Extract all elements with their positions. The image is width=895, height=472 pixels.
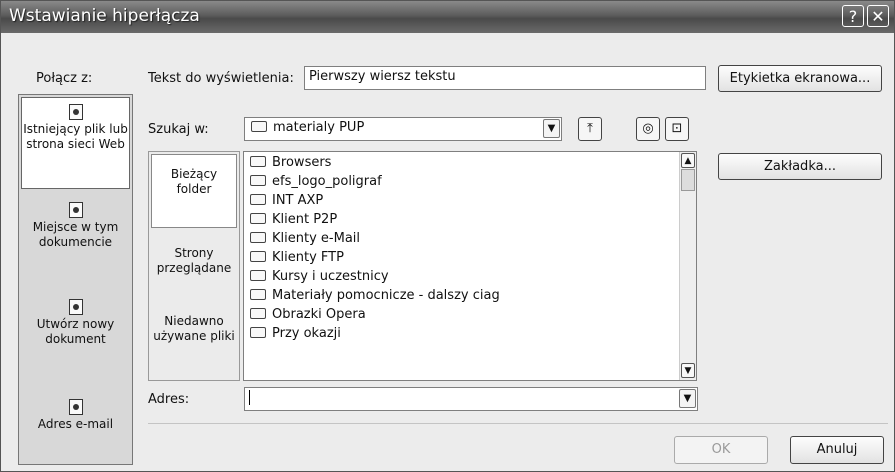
help-button[interactable]: ? [842, 5, 864, 27]
insert-hyperlink-dialog: Wstawianie hiperłącza ? ✕ Połącz z: Istn… [0, 0, 895, 472]
list-item[interactable]: Klienty FTP [250, 249, 344, 267]
cancel-button[interactable]: Anuluj [790, 436, 884, 464]
link-new-document-label: Utwórz nowy dokument [36, 317, 115, 346]
folder-icon [250, 232, 266, 243]
link-to-label: Połącz z: [36, 71, 93, 86]
chevron-down-icon[interactable]: ▼ [543, 119, 560, 138]
new-document-icon [68, 299, 83, 315]
list-item[interactable]: Klienty e-Mail [250, 230, 360, 248]
look-in-label: Szukaj w: [148, 122, 209, 137]
text-to-display-label: Tekst do wyświetlenia: [148, 71, 294, 86]
folder-icon [250, 289, 266, 300]
title-bar[interactable]: Wstawianie hiperłącza ? ✕ [1, 1, 894, 33]
divider [148, 423, 888, 424]
place-in-document-icon [68, 202, 83, 218]
nav-browsed-pages[interactable]: Strony przeglądane [151, 240, 237, 296]
list-item[interactable]: Materiały pomocnicze - dalszy ciag [250, 287, 500, 305]
nav-recent-files[interactable]: Niedawno używane pliki [151, 310, 237, 374]
nav-current-folder[interactable]: Bieżący folder [151, 154, 237, 228]
file-list[interactable]: Browsers efs_logo_poligraf INT AXP Klien… [243, 151, 697, 381]
link-place-in-document[interactable]: Miejsce w tym dokumencie [21, 198, 130, 282]
folder-icon [250, 213, 266, 224]
web-search-icon: ◎ [642, 121, 654, 136]
address-label: Adres: [148, 392, 190, 407]
screentip-button[interactable]: Etykietka ekranowa... [718, 65, 882, 92]
folder-icon [250, 327, 266, 338]
list-item[interactable]: Kursy i uczestnicy [250, 268, 389, 286]
list-item[interactable]: INT AXP [250, 192, 323, 210]
address-input[interactable]: ▼ [244, 387, 698, 411]
link-existing-file-label: Istniejący plik lub strona sieci Web [23, 122, 128, 151]
list-item[interactable]: efs_logo_poligraf [250, 173, 382, 191]
link-email-address-label: Adres e-mail [37, 417, 114, 431]
list-item[interactable]: Obrazki Opera [250, 306, 366, 324]
chevron-down-icon[interactable]: ▼ [679, 389, 696, 408]
folder-icon [251, 121, 267, 132]
list-item[interactable]: Browsers [250, 154, 331, 172]
link-email-address[interactable]: Adres e-mail [21, 395, 130, 459]
link-existing-file[interactable]: Istniejący plik lub strona sieci Web [21, 97, 130, 189]
close-button[interactable]: ✕ [867, 5, 889, 27]
file-list-scrollbar[interactable]: ▲ ▼ [679, 152, 696, 380]
link-new-document[interactable]: Utwórz nowy dokument [21, 295, 130, 379]
dialog-title: Wstawianie hiperłącza [9, 6, 200, 26]
list-item[interactable]: Przy okazji [250, 325, 341, 343]
folder-icon [250, 156, 266, 167]
browse-web-button[interactable]: ◎ [636, 117, 660, 141]
browse-file-button[interactable]: ⊡ [665, 117, 689, 141]
scroll-up-icon[interactable]: ▲ [681, 153, 695, 168]
list-item[interactable]: Klient P2P [250, 211, 337, 229]
email-address-icon [68, 399, 83, 415]
bookmark-button[interactable]: Zakładka... [718, 153, 882, 180]
link-place-in-document-label: Miejsce w tym dokumencie [32, 220, 119, 249]
look-in-value: materialy PUP [273, 120, 365, 135]
folder-icon [250, 308, 266, 319]
folder-icon [250, 194, 266, 205]
ok-button[interactable]: OK [674, 436, 768, 464]
text-to-display-input[interactable]: Pierwszy wiersz tekstu [304, 66, 706, 90]
link-to-bar: Istniejący plik lub strona sieci Web Mie… [18, 94, 133, 465]
look-in-combo[interactable]: materialy PUP ▼ [244, 117, 562, 141]
folder-icon [250, 251, 266, 262]
scroll-thumb[interactable] [681, 169, 695, 191]
folder-icon [250, 270, 266, 281]
look-in-nav: Bieżący folder Strony przeglądane Niedaw… [148, 151, 240, 381]
existing-file-icon [68, 104, 83, 120]
scroll-down-icon[interactable]: ▼ [681, 363, 695, 378]
up-folder-icon: ⤒ [587, 121, 593, 136]
folder-icon [250, 175, 266, 186]
open-folder-icon: ⊡ [671, 121, 683, 136]
text-cursor [249, 390, 250, 405]
up-one-folder-button[interactable]: ⤒ [578, 117, 602, 141]
